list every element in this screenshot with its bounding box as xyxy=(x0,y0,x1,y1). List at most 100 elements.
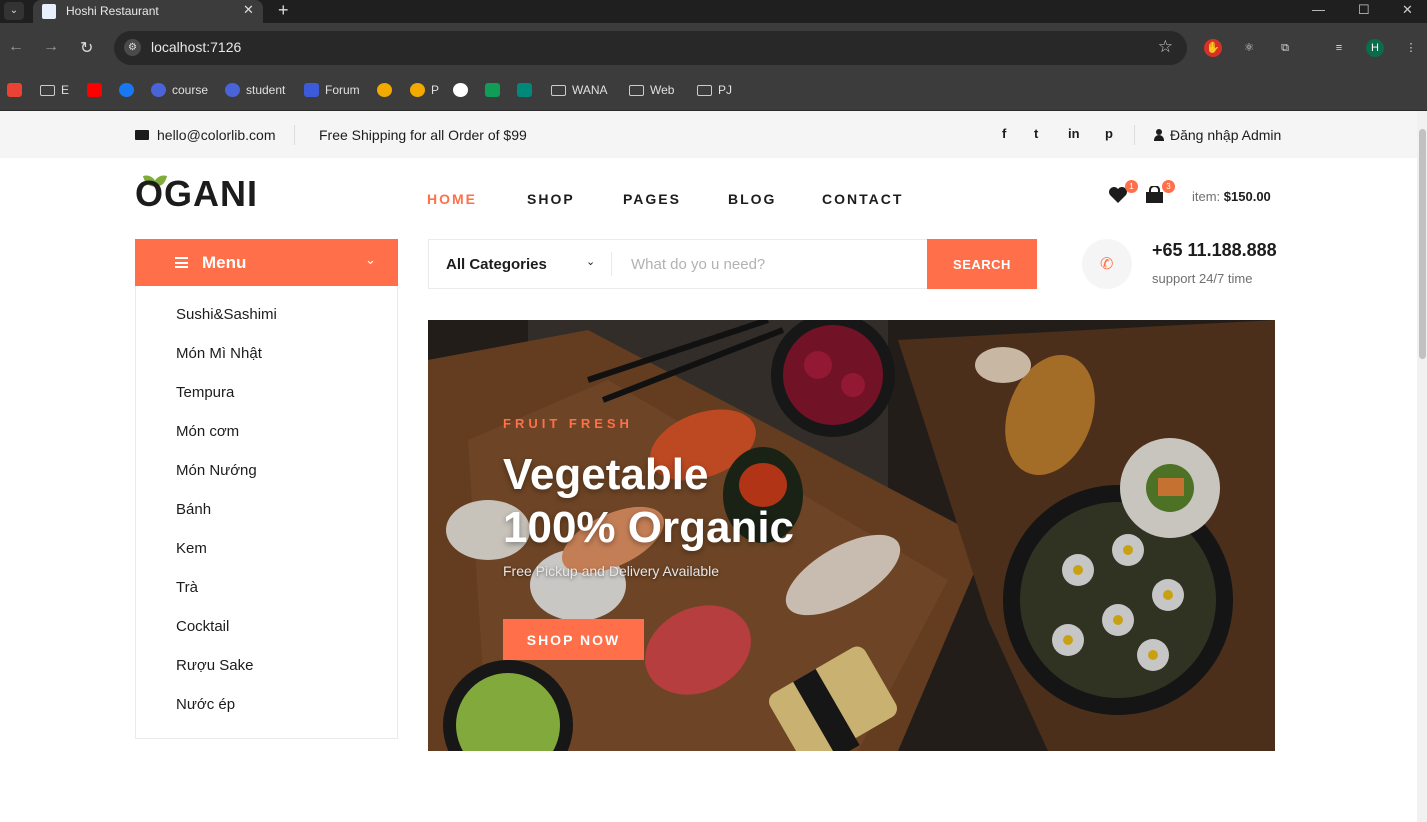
reload-icon[interactable]: ↻ xyxy=(80,38,93,58)
bookmark-forum[interactable]: Forum xyxy=(304,83,360,97)
facebook-icon xyxy=(119,83,134,97)
nav-contact[interactable]: CONTACT xyxy=(822,191,903,207)
divider xyxy=(1134,125,1135,145)
site-info-icon[interactable]: ⚙ xyxy=(124,39,141,56)
scrollbar-thumb[interactable] xyxy=(1419,129,1426,359)
top-info-bar: hello@colorlib.com Free Shipping for all… xyxy=(0,111,1417,158)
twitter-icon[interactable]: t xyxy=(1034,126,1038,141)
bookmark-wana[interactable]: WANA xyxy=(551,83,608,97)
search-button[interactable]: SEARCH xyxy=(927,239,1037,289)
hero-title-line: 100% Organic xyxy=(503,503,795,552)
close-window-icon[interactable]: ✕ xyxy=(1402,2,1413,18)
category-menu-toggle[interactable]: Menu ⌄ xyxy=(135,239,398,286)
category-item[interactable]: Trà xyxy=(176,579,198,596)
login-text: Đăng nhập Admin xyxy=(1170,127,1282,143)
nav-shop[interactable]: SHOP xyxy=(527,191,575,207)
divider xyxy=(294,125,295,145)
browser-menu-icon[interactable]: ⋮ xyxy=(1402,39,1420,57)
bookmark-pj[interactable]: PJ xyxy=(697,83,732,97)
site-logo[interactable]: OGANI xyxy=(135,173,258,215)
extension-adblock-icon[interactable]: ✋ xyxy=(1204,39,1222,57)
shopping-bag-icon xyxy=(1146,185,1163,203)
bookmark-label: course xyxy=(172,83,209,97)
folder-icon xyxy=(629,84,644,96)
bookmark-facebook[interactable] xyxy=(119,83,134,97)
category-item[interactable]: Sushi&Sashimi xyxy=(176,306,277,323)
category-item[interactable]: Tempura xyxy=(176,384,234,401)
bookmark-gmail[interactable] xyxy=(7,83,22,97)
category-item[interactable]: Món Nướng xyxy=(176,462,257,479)
close-tab-icon[interactable]: ✕ xyxy=(243,2,254,18)
bookmark-student[interactable]: student xyxy=(225,83,285,97)
category-item[interactable]: Món Mì Nhật xyxy=(176,345,262,362)
wishlist-button[interactable]: 1 xyxy=(1108,180,1138,204)
email-contact[interactable]: hello@colorlib.com xyxy=(135,127,275,143)
cart-total: item: $150.00 xyxy=(1192,189,1271,204)
url-text[interactable]: localhost:7126 xyxy=(151,39,241,55)
maximize-icon[interactable]: ☐ xyxy=(1358,2,1370,18)
bookmark-p[interactable]: P xyxy=(410,83,439,97)
bookmark-unnamed[interactable] xyxy=(377,83,392,97)
hero-title: Vegetable 100% Organic xyxy=(503,448,923,554)
category-item[interactable]: Bánh xyxy=(176,501,211,518)
folder-icon xyxy=(40,84,55,96)
sheets-icon xyxy=(485,83,500,97)
browser-tab[interactable]: Hoshi Restaurant ✕ xyxy=(33,0,263,23)
bookmark-chatgpt[interactable] xyxy=(453,83,468,97)
bookmark-meet[interactable] xyxy=(517,83,532,97)
bookmark-star-icon[interactable]: ☆ xyxy=(1158,37,1173,57)
bookmark-label: student xyxy=(246,83,286,97)
cart-count-badge: 3 xyxy=(1162,180,1175,193)
category-select[interactable]: All Categories xyxy=(446,256,547,273)
pinterest-icon[interactable]: p xyxy=(1105,126,1113,141)
student-site-icon xyxy=(225,83,240,97)
address-bar[interactable]: ⚙ localhost:7126 ☆ xyxy=(114,31,1187,65)
course-site-icon xyxy=(151,83,166,97)
chevron-down-icon: ⌄ xyxy=(365,252,376,267)
tab-search-chevron-icon[interactable]: ⌄ xyxy=(4,2,24,20)
phone-number: +65 11.188.888 xyxy=(1152,240,1277,260)
bookmark-label: E xyxy=(61,83,70,97)
back-icon[interactable]: ← xyxy=(8,38,24,56)
forum-icon xyxy=(304,83,319,97)
admin-login-link[interactable]: Đăng nhập Admin xyxy=(1154,127,1281,143)
bookmark-youtube[interactable] xyxy=(87,83,102,97)
extension-react-icon[interactable]: ⚛ xyxy=(1240,39,1258,57)
cart-total-value: $150.00 xyxy=(1223,189,1271,204)
shop-now-button[interactable]: SHOP NOW xyxy=(503,619,644,660)
chatgpt-icon xyxy=(453,83,468,97)
chevron-down-icon[interactable]: ⌄ xyxy=(586,255,595,268)
facebook-icon[interactable]: f xyxy=(1002,126,1006,141)
forward-icon[interactable]: → xyxy=(43,38,59,56)
search-input[interactable] xyxy=(619,248,919,280)
category-item[interactable]: Món cơm xyxy=(176,423,239,440)
page-scrollbar[interactable] xyxy=(1417,111,1427,822)
tab-title: Hoshi Restaurant xyxy=(66,4,159,18)
bookmarks-bar: E course student Forum P WANA Web PJ xyxy=(0,73,1427,111)
bookmark-label: P xyxy=(431,83,440,97)
category-item[interactable]: Kem xyxy=(176,540,207,557)
shipping-notice: Free Shipping for all Order of $99 xyxy=(319,127,527,143)
bookmark-sheets[interactable] xyxy=(485,83,500,97)
profile-avatar[interactable]: H xyxy=(1366,39,1384,57)
category-item[interactable]: Nước ép xyxy=(176,696,235,713)
media-controls-icon[interactable]: ≡ xyxy=(1330,39,1348,57)
bookmark-web[interactable]: Web xyxy=(629,83,674,97)
hero-subtitle: Free Pickup and Delivery Available xyxy=(503,563,720,579)
new-tab-icon[interactable]: + xyxy=(278,0,289,21)
minimize-icon[interactable]: — xyxy=(1312,2,1325,17)
linkedin-icon[interactable]: in xyxy=(1068,126,1080,141)
cart-button[interactable]: 3 xyxy=(1145,180,1175,204)
bookmark-label: Web xyxy=(650,83,675,97)
category-item[interactable]: Rượu Sake xyxy=(176,657,253,674)
extensions-puzzle-icon[interactable]: ⧉ xyxy=(1276,39,1294,57)
bookmark-label: PJ xyxy=(718,83,733,97)
bookmark-label: Forum xyxy=(325,83,360,97)
nav-blog[interactable]: BLOG xyxy=(728,191,776,207)
hero-title-line: Vegetable xyxy=(503,450,709,499)
nav-home[interactable]: HOME xyxy=(427,191,477,207)
nav-pages[interactable]: PAGES xyxy=(623,191,681,207)
category-item[interactable]: Cocktail xyxy=(176,618,229,635)
bookmark-e[interactable]: E xyxy=(40,83,69,97)
bookmark-course[interactable]: course xyxy=(151,83,208,97)
